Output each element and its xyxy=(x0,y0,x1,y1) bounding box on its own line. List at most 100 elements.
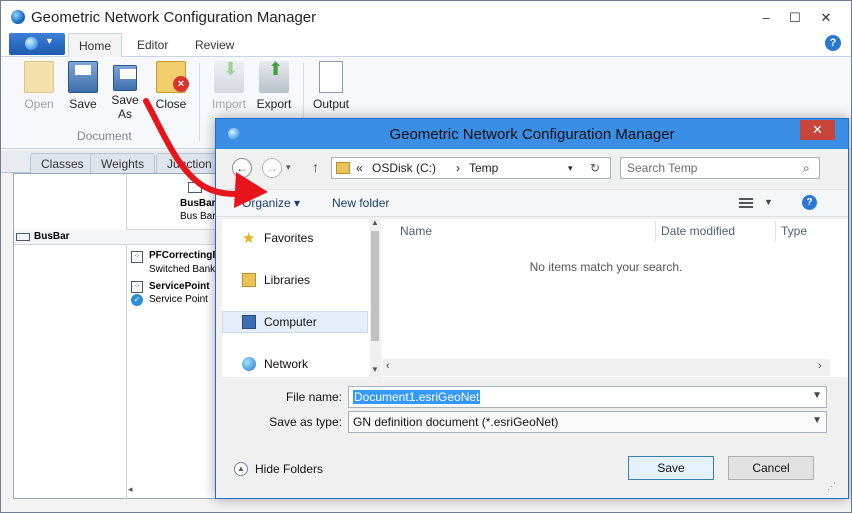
organize-button[interactable]: Organize ▾ xyxy=(242,196,300,210)
tab-classes[interactable]: Classes xyxy=(30,153,95,173)
breadcrumb-folder[interactable]: Temp xyxy=(469,161,498,175)
computer-icon xyxy=(242,315,256,329)
vertical-scrollbar[interactable] xyxy=(831,219,848,377)
close-button[interactable]: ✕ xyxy=(813,9,839,27)
save-as-label-line2: As xyxy=(117,107,132,121)
nav-item-label: Network xyxy=(264,357,309,371)
file-name-field[interactable]: Document1.esriGeoNet ▼ xyxy=(348,386,827,408)
column-divider[interactable] xyxy=(775,221,776,241)
view-options-icon[interactable] xyxy=(739,198,753,208)
up-arrow-icon[interactable]: ↑ xyxy=(312,159,319,175)
navigation-scrollbar[interactable]: ▲ ▼ xyxy=(370,218,380,377)
window-title: Geometric Network Configuration Manager xyxy=(31,9,317,26)
save-type-label: Save as type: xyxy=(269,415,342,429)
busbar-class-icon xyxy=(188,182,202,193)
address-bar[interactable]: « OSDisk (C:) › Temp ▾ ↻ xyxy=(331,157,611,179)
save-type-select[interactable]: GN definition document (*.esriGeoNet) ▼ xyxy=(348,411,827,433)
hide-folders-label: Hide Folders xyxy=(255,462,324,476)
tab-home[interactable]: Home xyxy=(68,33,123,58)
save-as-label-line1: Save xyxy=(111,93,139,107)
cancel-button[interactable]: Cancel xyxy=(728,456,814,480)
junction-class-icon: ⁘ xyxy=(131,251,143,263)
search-icon[interactable]: ⌕ xyxy=(803,161,810,176)
close-document-button[interactable]: × Close xyxy=(151,61,191,111)
scrollbar-thumb[interactable] xyxy=(371,231,379,341)
chevron-down-icon: ▼ xyxy=(45,36,54,46)
save-button[interactable]: Save xyxy=(628,456,714,480)
dialog-title: Geometric Network Configuration Manager xyxy=(389,126,675,143)
output-button[interactable]: Output xyxy=(309,61,353,111)
save-as-button[interactable]: Save As xyxy=(105,61,145,121)
close-label: Close xyxy=(155,97,187,111)
scroll-left-icon[interactable]: ◂ xyxy=(128,484,133,495)
search-input[interactable] xyxy=(627,161,797,175)
horizontal-scrollbar[interactable]: ‹ › xyxy=(382,359,830,376)
column-name[interactable]: Name xyxy=(400,224,432,238)
help-icon[interactable]: ? xyxy=(802,195,817,210)
nav-item-favorites[interactable]: ★ Favorites xyxy=(222,227,368,249)
main-titlebar: Geometric Network Configuration Manager … xyxy=(1,1,851,31)
row-header-label: BusBar xyxy=(34,231,70,242)
column-divider[interactable] xyxy=(655,221,656,241)
help-icon[interactable]: ? xyxy=(825,35,841,51)
connectivity-grid: BusBar Bus Bar BusBar ⁘ PFCorrectingE Sw… xyxy=(13,173,238,499)
tab-editor[interactable]: Editor xyxy=(127,33,178,58)
import-icon: ⬇ xyxy=(214,59,244,93)
nav-item-label: Libraries xyxy=(264,273,311,287)
junction-class-icon: ⁘ xyxy=(131,281,143,293)
tab-review[interactable]: Review xyxy=(185,33,244,58)
maximize-button[interactable]: ☐ xyxy=(782,9,808,27)
save-as-dialog: Geometric Network Configuration Manager … xyxy=(215,118,849,499)
output-page-icon xyxy=(319,61,343,93)
open-button[interactable]: Open xyxy=(19,61,59,111)
breadcrumb-overflow[interactable]: « xyxy=(356,161,363,175)
nav-item-computer[interactable]: Computer xyxy=(222,311,368,333)
save-as-icon xyxy=(113,65,137,91)
address-dropdown-icon[interactable]: ▾ xyxy=(568,163,573,174)
app-globe-icon xyxy=(11,10,25,24)
column-date-modified[interactable]: Date modified xyxy=(661,224,735,238)
export-icon: ⬆ xyxy=(259,59,289,93)
import-button[interactable]: ⬇ Import xyxy=(207,59,251,111)
tab-weights[interactable]: Weights xyxy=(90,153,156,173)
cell-subtitle: Switched Bank xyxy=(149,264,216,275)
nav-item-libraries[interactable]: Libraries xyxy=(222,269,368,291)
minimize-button[interactable]: – xyxy=(753,9,779,27)
row-header-busbar[interactable]: BusBar xyxy=(14,230,238,245)
network-icon xyxy=(242,357,256,371)
navigation-pane: ★ Favorites Libraries Computer Network ▲… xyxy=(222,218,380,377)
nav-item-network[interactable]: Network xyxy=(222,353,368,375)
nav-item-label: Computer xyxy=(264,315,317,329)
view-dropdown-icon[interactable]: ▼ xyxy=(764,197,773,207)
dialog-close-button[interactable]: ✕ xyxy=(800,120,835,140)
refresh-icon[interactable]: ↻ xyxy=(590,161,600,175)
export-button[interactable]: ⬆ Export xyxy=(253,59,295,111)
address-row: ← → ▾ ↑ « OSDisk (C:) › Temp ▾ ↻ ⌕ xyxy=(216,149,848,189)
resize-grip-icon[interactable]: ⋰ xyxy=(827,481,836,492)
save-button[interactable]: Save xyxy=(63,61,103,111)
chevron-down-icon[interactable]: ▼ xyxy=(812,390,822,401)
libraries-icon xyxy=(242,273,256,287)
column-type[interactable]: Type xyxy=(781,224,807,238)
scroll-up-icon[interactable]: ▲ xyxy=(371,218,379,227)
chevron-down-icon[interactable]: ▼ xyxy=(812,415,822,426)
search-box[interactable]: ⌕ xyxy=(620,157,820,179)
breadcrumb-drive[interactable]: OSDisk (C:) xyxy=(372,161,436,175)
save-disk-icon xyxy=(68,61,98,93)
file-name-value[interactable]: Document1.esriGeoNet xyxy=(353,390,481,404)
forward-arrow-icon[interactable]: → xyxy=(262,158,282,178)
scroll-left-icon[interactable]: ‹ xyxy=(386,360,390,372)
scroll-down-icon[interactable]: ▼ xyxy=(371,365,379,374)
breadcrumb-separator[interactable]: › xyxy=(456,161,460,175)
dialog-titlebar: Geometric Network Configuration Manager … xyxy=(216,119,848,149)
scroll-right-icon[interactable]: › xyxy=(818,360,822,372)
document-group-label: Document xyxy=(77,129,132,143)
recent-locations-icon[interactable]: ▾ xyxy=(286,162,291,173)
application-menu-button[interactable]: ▼ xyxy=(9,33,65,55)
check-badge-icon: ✓ xyxy=(131,294,143,306)
back-arrow-icon[interactable]: ← xyxy=(232,158,252,178)
busbar-row-icon xyxy=(16,233,30,241)
red-x-icon: × xyxy=(173,76,189,92)
new-folder-button[interactable]: New folder xyxy=(332,196,389,210)
cell-subtitle: Service Point xyxy=(149,294,208,305)
